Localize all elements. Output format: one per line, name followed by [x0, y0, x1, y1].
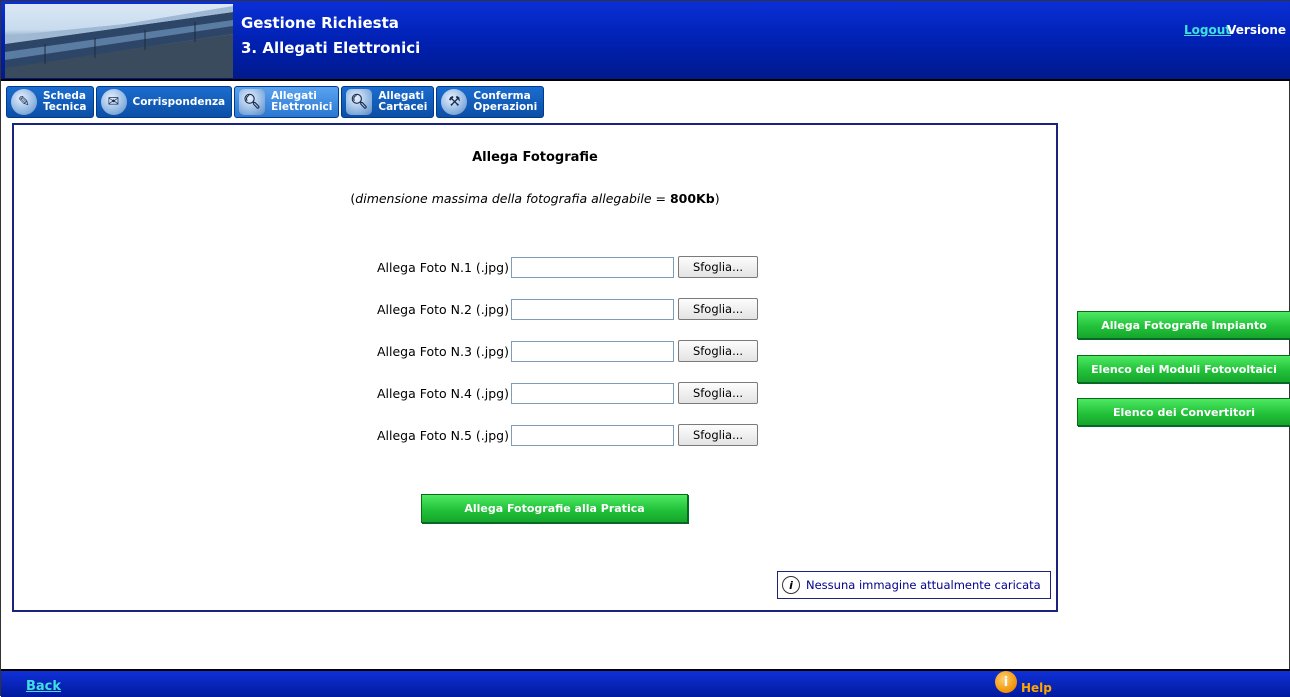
tab-label: Allegati Elettronici: [271, 91, 332, 113]
envelope-icon: ✉: [100, 89, 127, 115]
photo-row-1: Allega Foto N.1 (.jpg) Sfoglia...: [354, 255, 758, 279]
logout-link[interactable]: Logout: [1184, 23, 1231, 37]
browse-button-1[interactable]: Sfoglia...: [678, 256, 758, 278]
browse-button-5[interactable]: Sfoglia...: [678, 424, 758, 446]
photo-row-4: Allega Foto N.4 (.jpg) Sfoglia...: [354, 381, 758, 405]
tab-allegati-elettronici[interactable]: 🔍︎ Allegati Elettronici: [234, 86, 340, 118]
section-title: Allega Fotografie: [472, 150, 598, 165]
browse-button-2[interactable]: Sfoglia...: [678, 298, 758, 320]
header-solar-panel-image: [5, 4, 233, 78]
photo-label-5: Allega Foto N.5 (.jpg): [377, 427, 509, 443]
no-image-status: i Nessuna immagine attualmente caricata: [777, 571, 1051, 599]
version-label[interactable]: Versione: [1227, 23, 1286, 37]
photo-file-input-5[interactable]: [511, 424, 674, 446]
photo-file-input-2[interactable]: [511, 298, 674, 320]
browse-button-3[interactable]: Sfoglia...: [678, 340, 758, 362]
header-bar: Gestione Richiesta 3. Allegati Elettroni…: [1, 1, 1290, 81]
no-image-status-text: Nessuna immagine attualmente caricata: [806, 578, 1041, 592]
info-bubble-icon: i: [782, 576, 800, 594]
browse-button-4[interactable]: Sfoglia...: [678, 382, 758, 404]
tab-label: Scheda Tecnica: [43, 91, 87, 113]
photo-label-4: Allega Foto N.4 (.jpg): [377, 385, 509, 401]
note-text: dimensione massima della fotografia alle…: [355, 191, 652, 206]
note-eq: =: [651, 191, 670, 206]
photo-row-5: Allega Foto N.5 (.jpg) Sfoglia...: [354, 423, 758, 447]
tab-label-line2: Cartacei: [378, 101, 428, 113]
photo-file-input-4[interactable]: [511, 382, 674, 404]
photo-file-input-3[interactable]: [511, 340, 674, 362]
pencil-icon: ✎: [11, 89, 37, 115]
photo-label-1: Allega Foto N.1 (.jpg): [377, 259, 509, 275]
max-size-note: (dimensione massima della fotografia all…: [14, 191, 1056, 206]
tools-icon: ⚒: [441, 89, 468, 115]
note-close-paren: ): [714, 191, 720, 206]
tab-label: Allegati Cartacei: [378, 91, 427, 113]
photo-file-input-1[interactable]: [511, 256, 674, 278]
attach-photos-panel: Allega Fotografie (dimensione massima de…: [12, 123, 1058, 612]
tab-corrispondenza[interactable]: ✉ Corrispondenza: [95, 86, 233, 118]
note-size: 800Kb: [669, 191, 715, 206]
magnifier-document-icon: 🔍︎: [239, 89, 266, 115]
photo-label-3: Allega Foto N.3 (.jpg): [377, 343, 509, 359]
tab-label: Corrispondenza: [132, 95, 226, 108]
tab-label: Conferma Operazioni: [473, 91, 537, 113]
tab-label-line2: Tecnica: [43, 101, 87, 113]
page-title-line1: Gestione Richiesta: [241, 14, 399, 32]
back-link[interactable]: Back: [26, 679, 61, 694]
pv-modules-list-button[interactable]: Elenco dei Moduli Fotovoltaici: [1077, 355, 1290, 383]
attach-to-practice-button[interactable]: Allega Fotografie alla Pratica: [421, 494, 688, 523]
tab-conferma-operazioni[interactable]: ⚒ Conferma Operazioni: [436, 86, 545, 118]
help-link[interactable]: Help: [1021, 681, 1052, 695]
magnifier-document-icon: 🔍︎: [346, 89, 373, 115]
tab-label-line2: Operazioni: [473, 101, 538, 113]
tab-allegati-cartacei[interactable]: 🔍︎ Allegati Cartacei: [341, 86, 435, 118]
info-icon[interactable]: i: [995, 671, 1017, 693]
page-title: Gestione Richiesta 3. Allegati Elettroni…: [241, 11, 420, 61]
page-title-line2: 3. Allegati Elettronici: [241, 39, 421, 57]
tab-label-line2: Elettronici: [271, 101, 333, 113]
tab-bar: ✎ Scheda Tecnica ✉ Corrispondenza 🔍︎ All…: [6, 86, 546, 120]
photo-row-3: Allega Foto N.3 (.jpg) Sfoglia...: [354, 339, 758, 363]
footer-bar: Back i Help: [1, 669, 1290, 697]
tab-scheda-tecnica[interactable]: ✎ Scheda Tecnica: [6, 86, 94, 118]
photo-label-2: Allega Foto N.2 (.jpg): [377, 301, 509, 317]
photo-row-2: Allega Foto N.2 (.jpg) Sfoglia...: [354, 297, 758, 321]
attach-plant-photos-button[interactable]: Allega Fotografie Impianto: [1077, 311, 1290, 339]
converters-list-button[interactable]: Elenco dei Convertitori: [1077, 398, 1290, 426]
